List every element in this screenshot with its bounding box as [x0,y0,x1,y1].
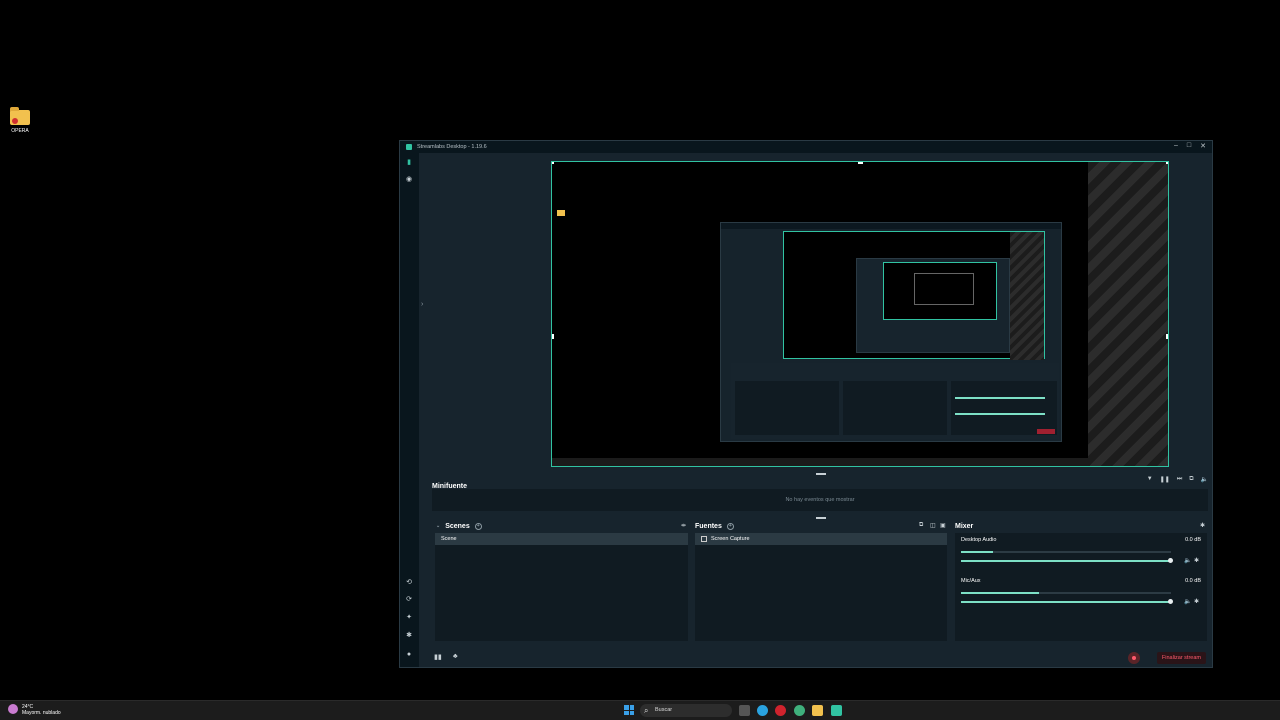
channel-db: 0.0 dB [1185,578,1201,584]
weather-icon [8,704,18,714]
mute-icon[interactable]: 🔈 [1201,476,1208,483]
channel-name: Desktop Audio [961,537,997,543]
file-explorer-icon[interactable] [812,705,823,716]
audio-meter [961,592,1171,594]
add-source-icon[interactable]: + [726,522,734,530]
end-stream-button[interactable]: Finalizar stream [1156,652,1206,664]
mixer-title: Mixer [955,522,974,530]
channel-settings-icon[interactable]: ✱ [1194,557,1199,564]
collapse-arrow-icon[interactable]: › [421,301,423,308]
streamlabs-window: Streamlabs Desktop - 1.19.6 – □ ✕ ▮ ◉ ⟲ … [399,140,1213,668]
source-folder-icon[interactable]: ▣ [940,522,946,529]
source-item[interactable]: Screen Capture [695,533,947,545]
preview-out-of-bounds [1088,162,1168,466]
volume-slider[interactable] [961,558,1173,563]
sources-header: Fuentes + [695,521,734,531]
mixer-settings-icon[interactable]: ✱ [1200,522,1205,529]
audio-meter [961,551,1171,553]
weather-desc: Mayorm. nublado [22,710,61,716]
resize-handle[interactable] [1166,162,1168,164]
display-icon [701,535,707,542]
resize-handle[interactable] [552,334,554,339]
captured-taskbar [552,458,1090,466]
speaker-icon[interactable]: 🔈 [1184,557,1191,564]
footer-bar: ▮▮ ♣ Finalizar stream [419,649,1212,667]
scene-item[interactable]: Scene [435,533,688,545]
app-store-icon[interactable]: ⟳ [405,596,413,604]
minifuente-header: Minifuente ▼ ❚❚ ⏭ ⧉ 🔈 [432,475,1208,490]
scenes-header: ⌄ Scenes + [436,521,482,531]
add-scene-icon[interactable]: + [474,522,482,530]
resize-handle[interactable] [1166,334,1168,339]
streamlabs-logo-icon [406,144,412,150]
scenes-panel: Scene [435,533,688,641]
mixer-header: Mixer [955,521,973,531]
mixer-channel-desktop-audio: Desktop Audio 0.0 dB [961,537,1201,543]
windows-taskbar: 24°C Mayorm. nublado Buscar [0,700,1280,720]
window-title: Streamlabs Desktop - 1.19.6 [417,144,487,150]
taskbar-search[interactable]: Buscar [640,704,732,717]
record-button[interactable] [1128,652,1140,664]
source-item-label: Screen Capture [711,536,750,542]
mixer-panel: Desktop Audio 0.0 dB 🔈 ✱ Mic/Aux 0.0 dB … [955,533,1207,641]
scene-transitions-icon[interactable]: ⇹ [681,522,686,529]
title-bar[interactable]: Streamlabs Desktop - 1.19.6 – □ ✕ [400,141,1212,153]
resize-handle[interactable] [858,162,863,164]
folder-icon [10,107,30,125]
weather-widget[interactable]: 24°C Mayorm. nublado [8,704,61,716]
stream-preview[interactable] [551,161,1169,467]
speaker-icon[interactable]: 🔈 [1184,598,1191,605]
studio-side-panel: › [421,159,550,467]
editor-icon[interactable]: ▮ [405,159,413,167]
streamlabs-icon[interactable] [831,705,842,716]
maximize-button[interactable]: □ [1187,142,1191,150]
desktop: OPERA Streamlabs Desktop - 1.19.6 – □ ✕ … [0,0,1280,700]
skip-icon[interactable]: ⏭ [1177,476,1182,483]
close-button[interactable]: ✕ [1200,142,1206,150]
volume-knob[interactable] [1168,558,1173,563]
minimize-button[interactable]: – [1174,142,1178,150]
channel-name: Mic/Aux [961,578,981,584]
source-group-icon[interactable]: ⧉ [919,522,923,529]
volume-knob[interactable] [1168,599,1173,604]
channel-settings-icon[interactable]: ✱ [1194,598,1199,605]
chevron-down-icon[interactable]: ⌄ [436,523,440,529]
stats-icon[interactable]: ▮▮ [434,653,442,661]
sources-panel: Screen Capture [695,533,947,641]
magic-icon[interactable]: ✦ [405,614,413,622]
layout-icon[interactable]: ⟲ [405,579,413,587]
themes-icon[interactable]: ◉ [405,176,413,184]
left-sidebar: ▮ ◉ ⟲ ⟳ ✦ ✱ ● [400,153,419,667]
resize-handle[interactable] [552,162,554,164]
start-menu-icon[interactable] [624,705,634,715]
captured-folder-icon [557,210,565,216]
channel-db: 0.0 dB [1185,537,1201,543]
opera-icon[interactable] [775,705,786,716]
telegram-icon[interactable] [757,705,768,716]
captured-window-recursion [720,222,1062,442]
scenes-title: Scenes [445,522,470,530]
desktop-shortcut-opera[interactable]: OPERA [6,107,34,134]
source-visibility-icon[interactable]: ◫ [930,522,936,529]
filter-icon[interactable]: ▼ [1147,476,1153,483]
chrome-icon[interactable] [794,705,805,716]
volume-slider[interactable] [961,599,1173,604]
pause-icon[interactable]: ❚❚ [1160,476,1170,483]
popout-icon[interactable]: ⧉ [1189,476,1193,483]
panel-resize-handle[interactable] [816,517,826,519]
sources-title: Fuentes [695,522,722,530]
settings-gear-icon[interactable]: ✱ [405,632,413,640]
events-empty-message: No hay eventos que mostrar [432,489,1208,511]
mixer-channel-mic-aux: Mic/Aux 0.0 dB [961,578,1201,584]
task-view-icon[interactable] [739,705,750,716]
desktop-shortcut-label: OPERA [11,128,29,134]
profile-icon[interactable]: ● [405,651,413,659]
notifications-bell-icon[interactable]: ♣ [453,653,458,660]
